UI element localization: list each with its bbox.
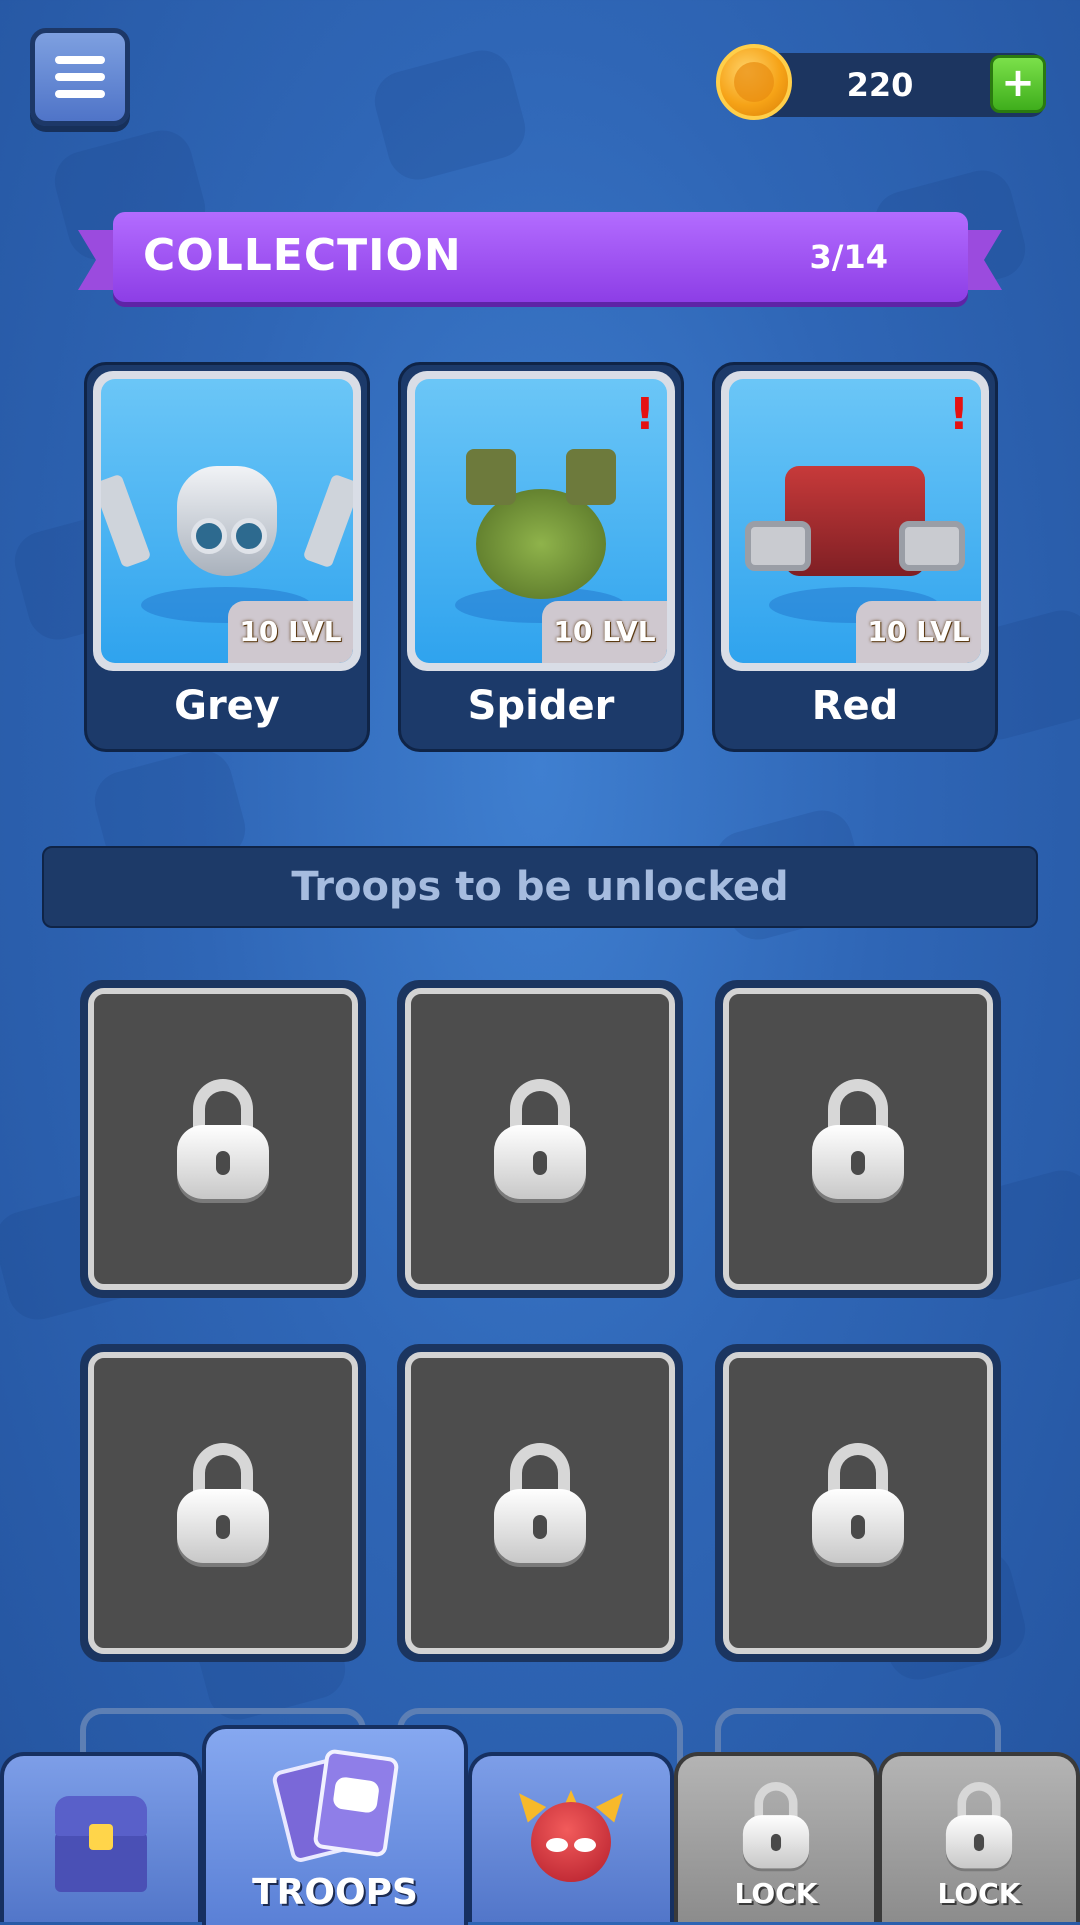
locked-troop-slot[interactable] — [397, 980, 683, 1298]
troop-name: Spider — [467, 683, 615, 729]
add-coins-button[interactable]: + — [990, 55, 1046, 113]
locked-troop-slot[interactable] — [80, 980, 366, 1298]
troop-name: Grey — [174, 683, 280, 729]
unlock-section-title: Troops to be unlocked — [42, 846, 1038, 928]
troop-portrait: ! 10 LVL — [729, 379, 981, 663]
troop-cards-icon — [270, 1748, 400, 1865]
tab-shop[interactable] — [0, 1752, 202, 1922]
coin-amount: 220 — [846, 66, 914, 104]
level-badge: 10 LVL — [856, 601, 981, 663]
lock-icon — [494, 1079, 586, 1199]
troop-card-spider[interactable]: ! 10 LVL Spider — [398, 362, 684, 752]
collection-count: 3/14 — [809, 238, 888, 276]
locked-troop-slot[interactable] — [80, 1344, 366, 1662]
lock-icon — [812, 1079, 904, 1199]
tab-locked-1[interactable]: LOCK — [674, 1752, 878, 1922]
chest-icon — [55, 1796, 147, 1892]
troop-portrait: ! 10 LVL — [415, 379, 667, 663]
lock-icon — [812, 1443, 904, 1563]
tab-lock-label: LOCK — [937, 1877, 1021, 1910]
tab-battle[interactable] — [468, 1752, 674, 1922]
lock-icon — [494, 1443, 586, 1563]
red-robot-icon — [745, 466, 965, 576]
collection-title: Collection — [143, 230, 462, 281]
tab-lock-label: LOCK — [734, 1877, 818, 1910]
level-badge: 10 LVL — [228, 601, 353, 663]
lock-icon — [177, 1079, 269, 1199]
troop-card-grey[interactable]: 10 LVL Grey — [84, 362, 370, 752]
battle-mask-icon — [509, 1785, 633, 1890]
alert-icon: ! — [634, 389, 655, 440]
plus-icon: + — [1001, 60, 1035, 106]
tab-locked-2[interactable]: LOCK — [878, 1752, 1080, 1922]
lock-icon — [742, 1782, 810, 1869]
locked-troop-slot[interactable] — [715, 1344, 1001, 1662]
locked-troop-slot[interactable] — [715, 980, 1001, 1298]
troop-card-red[interactable]: ! 10 LVL Red — [712, 362, 998, 752]
tab-troops-label: TROOPS — [252, 1872, 418, 1913]
spider-robot-icon — [466, 448, 616, 599]
alert-icon: ! — [948, 389, 969, 440]
menu-button[interactable] — [30, 28, 130, 126]
troop-portrait: 10 LVL — [101, 379, 353, 663]
locked-troop-slot[interactable] — [397, 1344, 683, 1662]
collection-banner: Collection 3/14 — [113, 212, 968, 302]
lock-icon — [177, 1443, 269, 1563]
level-badge: 10 LVL — [542, 601, 667, 663]
coin-icon — [716, 44, 792, 120]
tab-troops[interactable]: TROOPS — [202, 1725, 468, 1925]
hamburger-menu-icon — [55, 56, 105, 64]
grey-robot-icon — [101, 466, 353, 576]
troop-name: Red — [811, 683, 899, 729]
lock-icon — [945, 1782, 1013, 1869]
